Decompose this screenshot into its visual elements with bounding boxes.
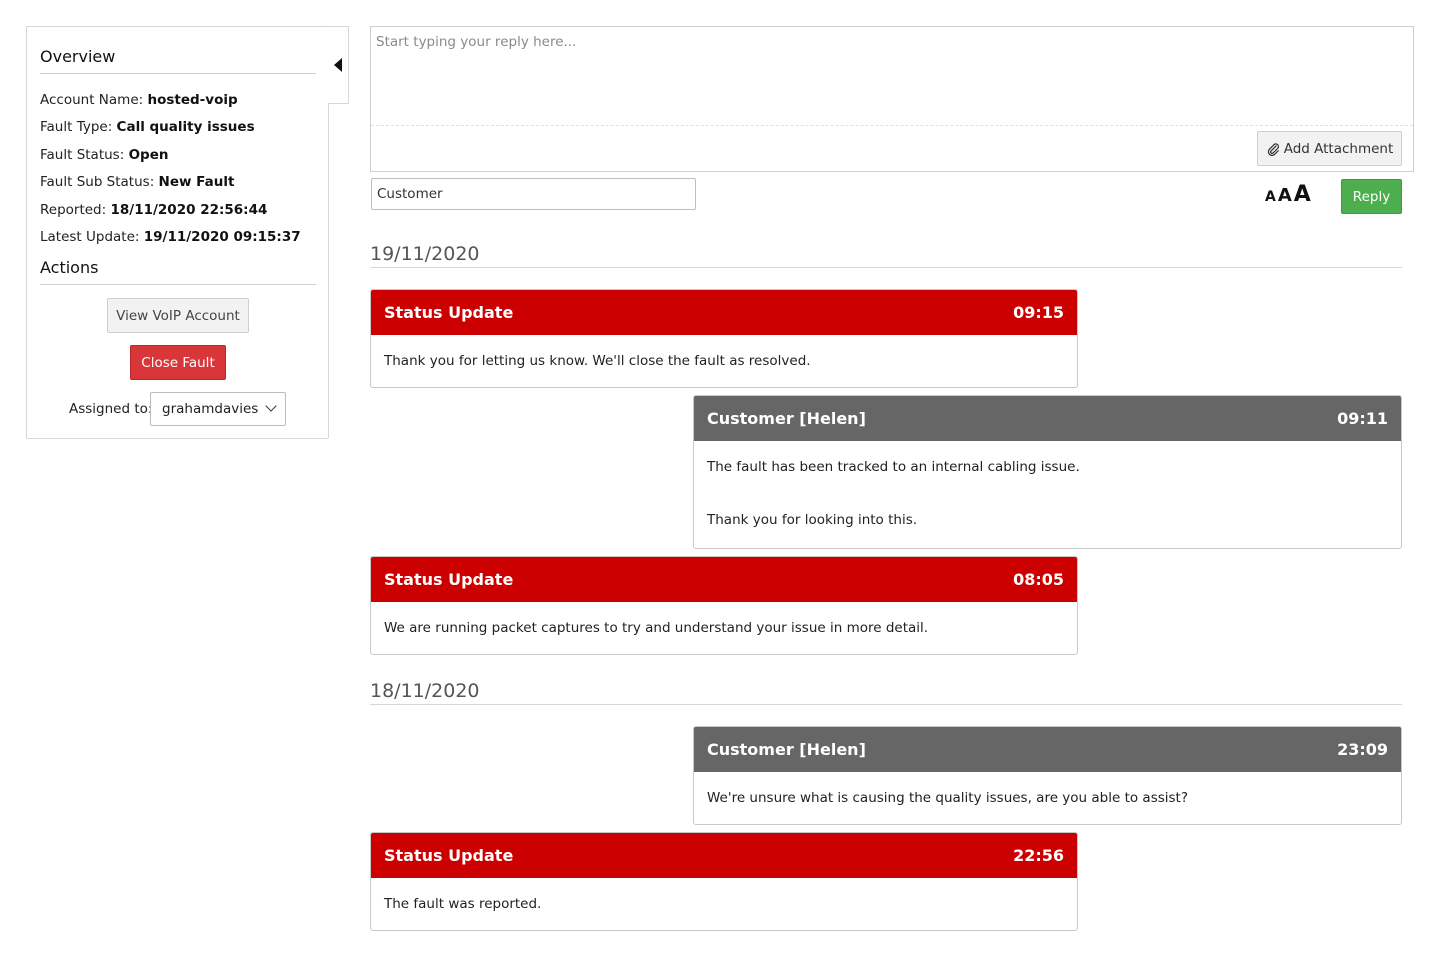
message-text: The fault was reported.: [384, 896, 542, 912]
message-text: We're unsure what is causing the quality…: [707, 790, 1189, 806]
message-header: Customer [Helen] 09:11: [694, 396, 1401, 441]
message-text: Thank you for letting us know. We'll clo…: [384, 353, 811, 369]
reported-value: 18/11/2020 22:56:44: [110, 202, 268, 218]
message-header: Status Update 09:15: [371, 290, 1077, 335]
reply-textarea[interactable]: [371, 27, 1413, 126]
customer-message: Customer [Helen] 09:11 The fault has bee…: [693, 395, 1402, 549]
message-header: Status Update 22:56: [371, 833, 1077, 878]
message-title: Status Update: [384, 303, 514, 322]
message-time: 08:05: [1013, 570, 1064, 589]
add-attachment-button[interactable]: Add Attachment: [1257, 131, 1402, 166]
account-name-value: hosted-voip: [147, 92, 238, 108]
status-update-message: Status Update 09:15 Thank you for lettin…: [370, 289, 1078, 388]
reply-editor: Add Attachment: [370, 26, 1414, 172]
font-size-controls: A A A: [1265, 182, 1311, 207]
message-text: We are running packet captures to try an…: [384, 620, 929, 636]
reported-label: Reported:: [40, 202, 107, 218]
fault-sub-status-row: Fault Sub Status: New Fault: [40, 174, 234, 190]
message-text: The fault has been tracked to an interna…: [707, 459, 1080, 475]
message-body: The fault was reported.: [371, 878, 1077, 912]
font-size-small-button[interactable]: A: [1265, 189, 1276, 205]
fault-type-label: Fault Type:: [40, 119, 113, 135]
fault-status-value: Open: [128, 147, 169, 163]
message-time: 09:15: [1013, 303, 1064, 322]
message-title: Customer [Helen]: [707, 409, 866, 428]
fault-status-label: Fault Status:: [40, 147, 125, 163]
latest-update-row: Latest Update: 19/11/2020 09:15:37: [40, 229, 301, 245]
account-name-label: Account Name:: [40, 92, 144, 108]
reply-button[interactable]: Reply: [1341, 179, 1402, 214]
latest-update-value: 19/11/2020 09:15:37: [143, 229, 301, 245]
fault-type-value: Call quality issues: [116, 119, 255, 135]
overview-heading: Overview: [40, 47, 316, 74]
fault-overview-panel: Overview Account Name: hosted-voip Fault…: [26, 26, 329, 439]
add-attachment-label: Add Attachment: [1283, 140, 1394, 157]
view-voip-account-button[interactable]: View VoIP Account: [107, 298, 249, 333]
font-size-large-button[interactable]: A: [1294, 182, 1311, 207]
chevron-down-icon: [265, 400, 277, 412]
message-time: 23:09: [1337, 740, 1388, 759]
collapse-left-icon: [334, 58, 342, 72]
message-title: Customer [Helen]: [707, 740, 866, 759]
message-body: Thank you for letting us know. We'll clo…: [371, 335, 1077, 369]
fault-type-row: Fault Type: Call quality issues: [40, 119, 255, 135]
date-heading: 18/11/2020: [370, 680, 1402, 705]
actions-heading: Actions: [40, 258, 316, 285]
reply-audience-field[interactable]: [371, 178, 696, 210]
message-body: We are running packet captures to try an…: [371, 602, 1077, 636]
message-title: Status Update: [384, 846, 514, 865]
message-title: Status Update: [384, 570, 514, 589]
fault-status-row: Fault Status: Open: [40, 147, 168, 163]
customer-message: Customer [Helen] 23:09 We're unsure what…: [693, 726, 1402, 825]
close-fault-button[interactable]: Close Fault: [130, 345, 226, 380]
message-text: Thank you for looking into this.: [707, 512, 918, 528]
assigned-to-value: grahamdavies: [162, 401, 259, 417]
font-size-medium-button[interactable]: A: [1278, 185, 1292, 206]
reported-row: Reported: 18/11/2020 22:56:44: [40, 202, 267, 218]
message-body: The fault has been tracked to an interna…: [694, 441, 1401, 528]
assigned-to-label: Assigned to:: [69, 401, 153, 417]
message-time: 22:56: [1013, 846, 1064, 865]
message-header: Customer [Helen] 23:09: [694, 727, 1401, 772]
fault-sub-status-value: New Fault: [158, 174, 235, 190]
account-name-row: Account Name: hosted-voip: [40, 92, 238, 108]
paperclip-icon: [1267, 142, 1279, 156]
status-update-message: Status Update 22:56 The fault was report…: [370, 832, 1078, 931]
date-heading: 19/11/2020: [370, 243, 1402, 268]
fault-sub-status-label: Fault Sub Status:: [40, 174, 155, 190]
message-time: 09:11: [1337, 409, 1388, 428]
status-update-message: Status Update 08:05 We are running packe…: [370, 556, 1078, 655]
message-body: We're unsure what is causing the quality…: [694, 772, 1401, 806]
collapse-sidebar-button[interactable]: [328, 26, 349, 104]
assigned-to-select[interactable]: grahamdavies: [150, 392, 286, 426]
message-header: Status Update 08:05: [371, 557, 1077, 602]
latest-update-label: Latest Update:: [40, 229, 140, 245]
